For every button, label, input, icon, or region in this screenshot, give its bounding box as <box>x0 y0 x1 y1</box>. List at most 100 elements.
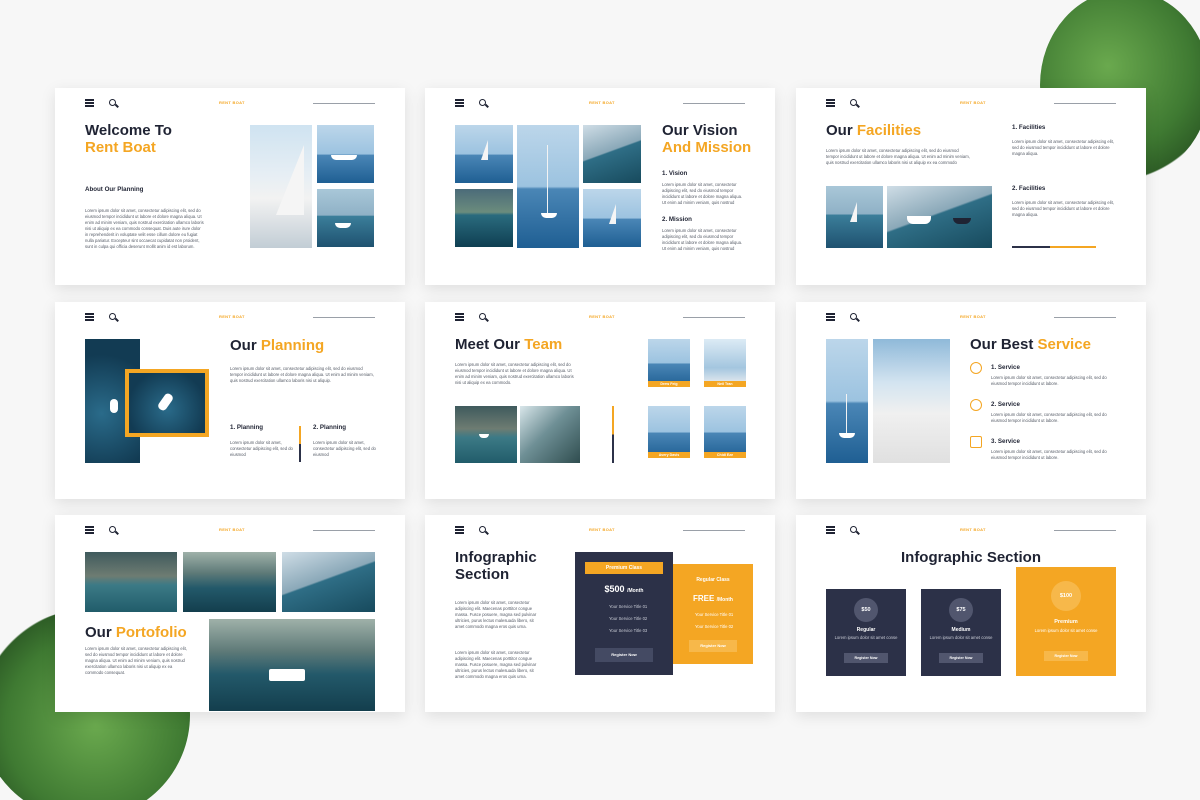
service-1-label: 1. Service <box>991 364 1020 371</box>
header-rule <box>683 103 745 104</box>
plan-card-medium: $75 Medium Lorem ipsum dolor sit amet co… <box>921 589 1001 676</box>
menu-icon[interactable] <box>826 99 835 107</box>
brand-label: RENT BOAT <box>589 527 615 532</box>
plan-price: $75 <box>949 598 973 622</box>
slide-portfolio[interactable]: RENT BOAT Our Portofolio Lorem ipsum dol… <box>55 515 405 712</box>
plan-register-button[interactable]: Register Now <box>939 653 983 663</box>
plan-register-button[interactable]: Register Now <box>844 653 888 663</box>
slide-topbar: RENT BOAT <box>796 302 1146 332</box>
regular-register-button[interactable]: Register Now <box>689 640 737 652</box>
plan-register-button[interactable]: Register Now <box>1044 651 1088 661</box>
photo-sailboat-3 <box>583 189 641 247</box>
regular-header: Regular Class <box>696 577 730 583</box>
photo-sailboat-2 <box>517 125 579 248</box>
slide-body: Lorem ipsum dolor sit amet, consectetur … <box>826 148 970 165</box>
service-3-body: Lorem ipsum dolor sit amet, consectetur … <box>991 449 1107 460</box>
photo-yacht <box>317 125 374 183</box>
brand-label: RENT BOAT <box>219 527 245 532</box>
slide-title: Infographic Section <box>900 549 1041 566</box>
plan-2-label: 2. Planning <box>313 424 347 431</box>
divider-accent <box>1050 246 1096 248</box>
slide-body: Lorem ipsum dolor sit amet, consectetur … <box>455 362 574 385</box>
regular-item-2: Your Service Title 02 <box>695 624 734 629</box>
slide-welcome[interactable]: RENT BOAT Welcome To Rent Boat About Our … <box>55 88 405 285</box>
member-name-2: Neil Tran <box>704 381 746 387</box>
header-rule <box>1054 103 1116 104</box>
slide-planning[interactable]: RENT BOAT Our Planning Lorem ipsum dolor… <box>55 302 405 499</box>
menu-icon[interactable] <box>85 99 94 107</box>
menu-icon[interactable] <box>826 526 835 534</box>
slide-title: Infographic Section <box>455 549 537 583</box>
search-icon[interactable] <box>479 313 486 320</box>
brand-label: RENT BOAT <box>960 527 986 532</box>
team-divider <box>612 406 614 463</box>
search-icon[interactable] <box>479 526 486 533</box>
photo-boat <box>317 189 374 247</box>
plan-desc: Lorem ipsum dolor sit amet conse <box>1034 628 1098 633</box>
slide-vision[interactable]: RENT BOAT Our Vision And Mission 1. Visio… <box>425 88 775 285</box>
slide-body: Lorem ipsum dolor sit amet, consectetur … <box>85 208 204 249</box>
menu-icon[interactable] <box>455 99 464 107</box>
pricing-card-regular: Regular Class FREE /Month Your Service T… <box>673 564 753 664</box>
menu-icon[interactable] <box>455 526 464 534</box>
brand-label: RENT BOAT <box>589 100 615 105</box>
slide-title: Our Vision And Mission <box>662 122 752 156</box>
slide-infographic-pricing[interactable]: RENT BOAT Infographic Section Lorem ipsum… <box>425 515 775 712</box>
plan-card-regular: $50 Regular Lorem ipsum dolor sit amet c… <box>826 589 906 676</box>
service-2-label: 2. Service <box>991 401 1020 408</box>
member-name-1: Drew Feig <box>648 381 690 387</box>
header-rule <box>313 103 375 104</box>
slide-service[interactable]: RENT BOAT Our Best Service 1. Service Lo… <box>796 302 1146 499</box>
photo-cove <box>455 406 517 463</box>
menu-icon[interactable] <box>455 313 464 321</box>
premium-item-2: Your Service Title 02 <box>609 616 648 621</box>
slide-body: Lorem ipsum dolor sit amet, consectetur … <box>230 366 374 383</box>
divider-navy <box>1012 246 1050 248</box>
photo-sailboat <box>826 339 868 463</box>
search-icon[interactable] <box>109 99 116 106</box>
premium-header: Premium Class <box>585 562 663 574</box>
photo-aerial-framed <box>125 369 209 437</box>
slide-body-1: Lorem ipsum dolor sit amet, consectetur … <box>455 600 537 629</box>
search-icon[interactable] <box>109 313 116 320</box>
search-icon[interactable] <box>850 313 857 320</box>
member-photo-2 <box>704 339 746 387</box>
slide-topbar: RENT BOAT <box>796 515 1146 545</box>
search-icon[interactable] <box>479 99 486 106</box>
slide-team[interactable]: RENT BOAT Meet Our Team Lorem ipsum dolo… <box>425 302 775 499</box>
plan-card-premium: $100 Premium Lorem ipsum dolor sit amet … <box>1016 567 1116 676</box>
slide-topbar: RENT BOAT <box>425 88 775 118</box>
slide-facilities[interactable]: RENT BOAT Our Facilities Lorem ipsum dol… <box>796 88 1146 285</box>
header-rule <box>683 317 745 318</box>
slide-title: Our Best Service <box>970 336 1091 353</box>
brand-label: RENT BOAT <box>219 314 245 319</box>
slide-body-2: Lorem ipsum dolor sit amet, consectetur … <box>455 650 537 679</box>
premium-price: $500 /Month <box>604 584 644 594</box>
plan-desc: Lorem ipsum dolor sit amet conse <box>834 635 898 640</box>
header-rule <box>313 530 375 531</box>
slide-topbar: RENT BOAT <box>55 88 405 118</box>
slide-infographic-plans[interactable]: RENT BOAT Infographic Section $50 Regula… <box>796 515 1146 712</box>
slide-title: Welcome To Rent Boat <box>85 122 172 156</box>
globe-icon <box>970 362 982 374</box>
brand-label: RENT BOAT <box>960 314 986 319</box>
member-name-3: Avery Davis <box>648 452 690 458</box>
menu-icon[interactable] <box>85 313 94 321</box>
slide-topbar: RENT BOAT <box>425 515 775 545</box>
menu-icon[interactable] <box>826 313 835 321</box>
mission-label: 2. Mission <box>662 216 692 223</box>
service-2-body: Lorem ipsum dolor sit amet, consectetur … <box>991 412 1107 423</box>
plan-price: $50 <box>854 598 878 622</box>
search-icon[interactable] <box>109 526 116 533</box>
photo-sailboat <box>826 186 883 248</box>
mission-body: Lorem ipsum dolor sit amet, consectetur … <box>662 228 743 251</box>
header-rule <box>683 530 745 531</box>
service-1-body: Lorem ipsum dolor sit amet, consectetur … <box>991 375 1107 386</box>
search-icon[interactable] <box>850 526 857 533</box>
menu-icon[interactable] <box>85 526 94 534</box>
search-icon[interactable] <box>850 99 857 106</box>
photo-fjord <box>455 189 513 247</box>
premium-register-button[interactable]: Register Now <box>595 648 653 662</box>
member-photo-3 <box>648 406 690 458</box>
plan-1-label: 1. Planning <box>230 424 264 431</box>
